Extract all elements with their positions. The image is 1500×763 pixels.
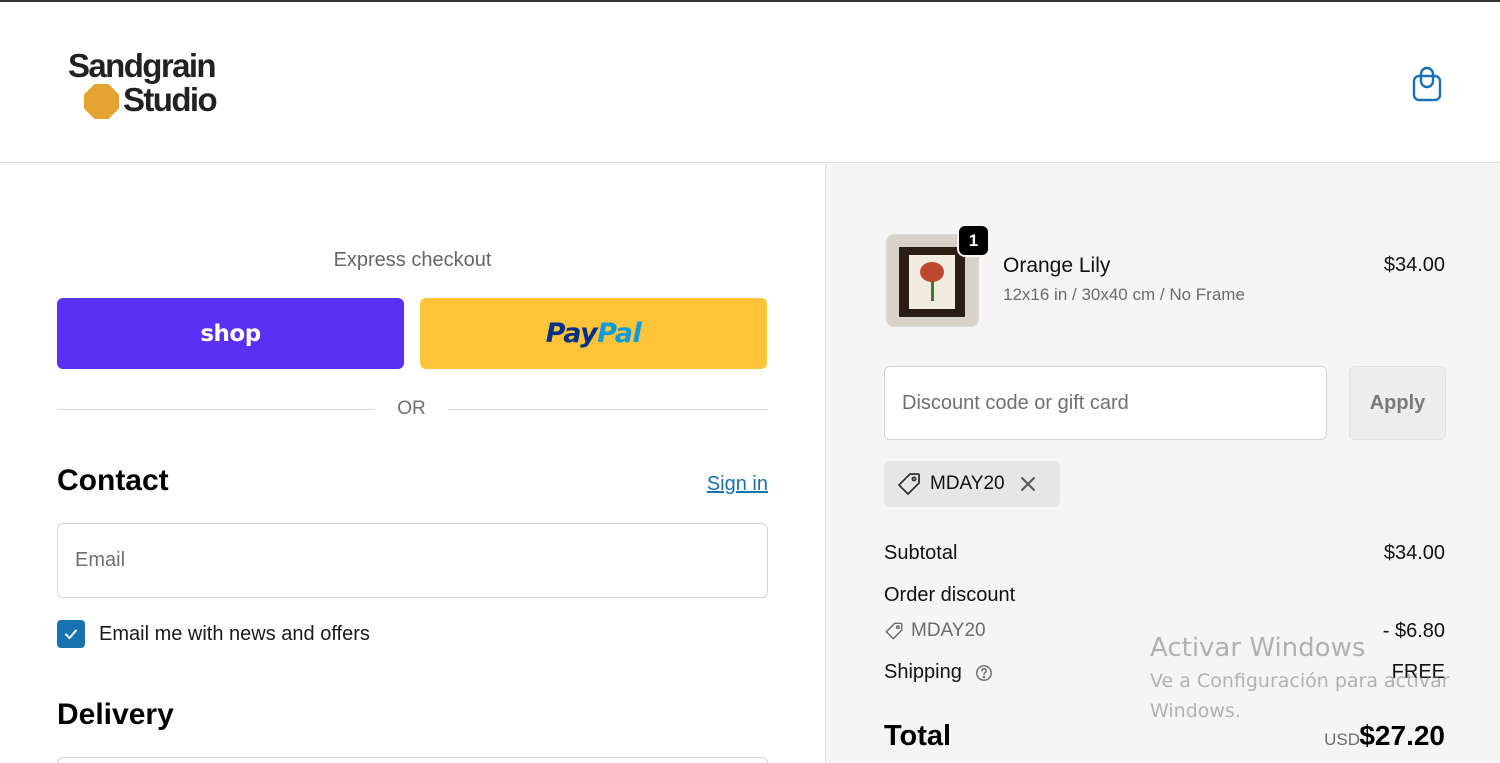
logo-sun-icon [84, 84, 119, 119]
discount-code-input[interactable] [884, 366, 1327, 440]
newsletter-label: Email me with news and offers [99, 622, 370, 645]
divider-line [57, 409, 375, 410]
paypal-button[interactable]: PayPal [420, 298, 767, 369]
total-currency: USD [1324, 730, 1360, 749]
delivery-country-field[interactable] [57, 757, 768, 763]
shop-pay-button[interactable]: shop [57, 298, 404, 369]
remove-discount-icon[interactable] [1017, 473, 1039, 495]
brand-logo[interactable]: Sandgrain Studio [68, 49, 228, 121]
or-text: OR [397, 398, 426, 419]
header: Sandgrain Studio [0, 2, 1500, 163]
express-checkout-title: Express checkout [333, 249, 492, 271]
subtotal-value: $34.00 [1383, 542, 1445, 564]
order-discount-label: Order discount [884, 584, 1016, 606]
subtotal-label: Subtotal [884, 542, 958, 564]
newsletter-checkbox[interactable] [57, 620, 85, 648]
email-field[interactable] [57, 523, 768, 598]
help-circle-icon[interactable] [975, 664, 993, 682]
tag-icon [898, 473, 920, 495]
brand-name-line1: Sandgrain [68, 47, 217, 84]
shipping-row: Shipping [884, 661, 993, 684]
shopping-bag-icon[interactable] [1410, 66, 1444, 102]
checkmark-icon [65, 629, 77, 639]
quantity-badge: 1 [957, 224, 990, 257]
total-value: $27.20 [1359, 720, 1445, 751]
divider-line [448, 409, 768, 410]
product-name: Orange Lily [1003, 254, 1111, 277]
paypal-logo: PayPal [545, 318, 642, 349]
product-variant: 12x16 in / 30x40 cm / No Frame [1003, 285, 1245, 304]
product-price: $34.00 [1383, 254, 1445, 276]
contact-heading: Contact [57, 464, 169, 497]
sign-in-link[interactable]: Sign in [707, 473, 768, 496]
newsletter-option: Email me with news and offers [57, 620, 370, 648]
total-label: Total [884, 720, 952, 752]
order-discount-code-row: MDAY20 [884, 620, 986, 642]
shipping-label: Shipping [884, 661, 962, 683]
order-discount-value: - $6.80 [1382, 620, 1445, 642]
apply-discount-button[interactable]: Apply [1349, 366, 1446, 440]
tag-icon [885, 622, 903, 640]
shipping-value: FREE [1391, 661, 1445, 683]
delivery-heading: Delivery [57, 698, 174, 731]
checkout-form: Express checkout shop PayPal OR Contact … [0, 164, 825, 763]
brand-name-line2: Studio [123, 81, 218, 118]
applied-discount-chip: MDAY20 [884, 461, 1060, 507]
or-divider: OR [57, 398, 768, 422]
order-discount-code: MDAY20 [911, 620, 986, 641]
order-summary: 1 Orange Lily 12x16 in / 30x40 cm / No F… [825, 164, 1500, 763]
applied-discount-code: MDAY20 [930, 473, 1005, 494]
shop-pay-label: shop [200, 320, 261, 347]
